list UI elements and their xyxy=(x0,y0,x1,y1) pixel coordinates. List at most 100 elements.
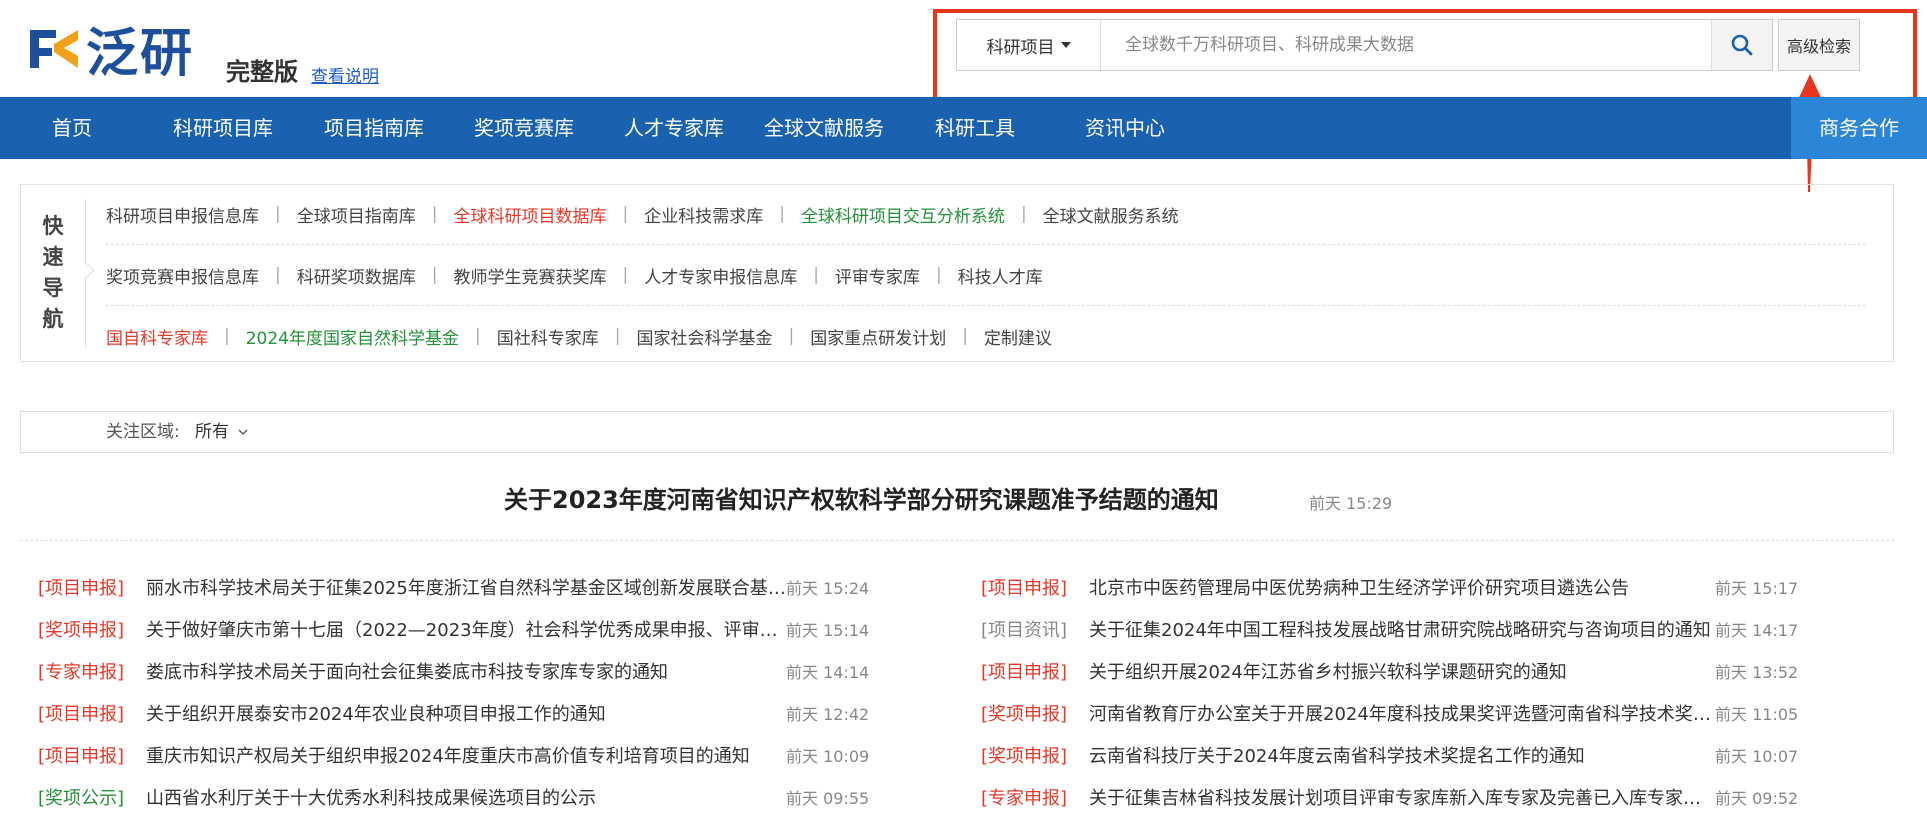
news-title-link[interactable]: 关于组织开展泰安市2024年农业良种项目申报工作的通知 xyxy=(146,694,786,736)
news-category-tag[interactable]: [奖项申报] xyxy=(38,610,124,652)
news-row: [项目申报] 重庆市知识产权局关于组织申报2024年度重庆市高价值专利培育项目的通… xyxy=(38,736,876,778)
quick-nav-separator: | xyxy=(813,265,819,285)
region-filter: 关注区域: 所有 xyxy=(20,411,1894,453)
search-category-dropdown[interactable]: 科研项目 xyxy=(957,20,1101,70)
edition-label: 完整版 xyxy=(226,58,298,86)
news-category-tag[interactable]: [奖项申报] xyxy=(981,694,1067,736)
news-time: 前天 14:17 xyxy=(1715,621,1799,640)
news-time: 前天 10:09 xyxy=(786,747,870,766)
news-time: 前天 15:17 xyxy=(1715,579,1799,598)
quick-nav-link[interactable]: 国家社会科学基金 xyxy=(636,324,772,349)
nav-business[interactable]: 商务合作 xyxy=(1791,97,1927,159)
quick-nav-separator: | xyxy=(622,265,629,285)
news-title-link[interactable]: 关于做好肇庆市第十七届（2022—2023年度）社会科学优秀成果申报、评审工作的… xyxy=(146,610,786,652)
quick-nav-separator: | xyxy=(1020,204,1027,224)
quick-nav-separator: | xyxy=(788,326,795,346)
quick-nav-link[interactable]: 科研奖项数据库 xyxy=(297,263,416,288)
news-title-link[interactable]: 重庆市知识产权局关于组织申报2024年度重庆市高价值专利培育项目的通知 xyxy=(146,736,786,778)
quick-nav-link[interactable]: 教师学生竞赛获奖库 xyxy=(453,263,606,288)
news-category-tag[interactable]: [项目申报] xyxy=(38,568,124,610)
news-time: 前天 10:07 xyxy=(1715,747,1799,766)
news-category-tag[interactable]: [奖项申报] xyxy=(981,736,1067,778)
news-title-link[interactable]: 关于征集2024年中国工程科技发展战略甘肃研究院战略研究与咨询项目的通知 xyxy=(1089,610,1714,652)
news-category-tag[interactable]: [专家申报] xyxy=(38,652,124,694)
news-title-link[interactable]: 关于征集吉林省科技发展计划项目评审专家库新入库专家及完善已入库专家信息的通知 xyxy=(1089,778,1714,820)
quick-nav-label-char: 导 xyxy=(42,276,64,300)
quick-nav-link[interactable]: 全球项目指南库 xyxy=(297,202,416,227)
news-category-tag[interactable]: [项目申报] xyxy=(38,736,124,778)
logo-text: 泛研 xyxy=(86,23,195,84)
quick-nav-link[interactable]: 国家重点研发计划 xyxy=(810,324,946,349)
news-title-link[interactable]: 北京市中医药管理局中医优势病种卫生经济学评价研究项目遴选公告 xyxy=(1089,568,1714,610)
quick-nav-link[interactable]: 全球文献服务系统 xyxy=(1043,202,1179,227)
quick-nav-label-char: 快 xyxy=(42,214,64,238)
quick-nav-separator: | xyxy=(935,265,942,285)
region-dropdown[interactable]: 所有 xyxy=(195,412,249,452)
nav-news[interactable]: 资讯中心 xyxy=(1085,97,1165,159)
quick-nav-link[interactable]: 国自科专家库 xyxy=(106,324,208,349)
news-category-tag[interactable]: [项目申报] xyxy=(981,568,1067,610)
search-icon xyxy=(1731,34,1753,56)
news-category-tag[interactable]: [奖项公示] xyxy=(38,778,124,820)
news-category-tag[interactable]: [项目申报] xyxy=(38,694,124,736)
quick-nav-separator: | xyxy=(275,204,281,224)
news-title-link[interactable]: 娄底市科学技术局关于面向社会征集娄底市科技专家库专家的通知 xyxy=(146,652,786,694)
news-title-link[interactable]: 丽水市科学技术局关于征集2025年度浙江省自然科学基金区域创新发展联合基金指南建… xyxy=(146,568,786,610)
search-bar: 科研项目 xyxy=(956,19,1773,71)
quick-nav-separator: | xyxy=(962,326,968,346)
chevron-down-icon xyxy=(238,429,248,435)
quick-nav-separator: | xyxy=(431,265,438,285)
news-title-link[interactable]: 云南省科技厅关于2024年度云南省科学技术奖提名工作的通知 xyxy=(1089,736,1714,778)
nav-awards[interactable]: 奖项竞赛库 xyxy=(474,97,574,159)
quick-nav-link[interactable]: 人才专家申报信息库 xyxy=(644,263,797,288)
news-time: 前天 13:52 xyxy=(1715,663,1799,682)
news-time: 前天 11:05 xyxy=(1715,705,1799,724)
news-time: 前天 15:14 xyxy=(786,621,870,640)
news-row: [专家申报] 关于征集吉林省科技发展计划项目评审专家库新入库专家及完善已入库专家信… xyxy=(981,778,1805,820)
quick-nav-link[interactable]: 奖项竞赛申报信息库 xyxy=(106,263,259,288)
quick-nav-link[interactable]: 科技人才库 xyxy=(958,263,1043,288)
news-time: 前天 12:42 xyxy=(786,705,870,724)
advanced-search-button[interactable]: 高级检索 xyxy=(1778,19,1860,71)
quick-nav-link[interactable]: 全球科研项目交互分析系统 xyxy=(801,202,1005,227)
nav-tools[interactable]: 科研工具 xyxy=(935,97,1015,159)
nav-experts[interactable]: 人才专家库 xyxy=(624,97,724,159)
nav-guides[interactable]: 项目指南库 xyxy=(324,97,424,159)
main-nav: 首页 科研项目库 项目指南库 奖项竞赛库 人才专家库 全球文献服务 科研工具 资… xyxy=(0,97,1927,159)
quick-nav-separator: | xyxy=(779,204,785,224)
quick-nav-link[interactable]: 定制建议 xyxy=(984,324,1052,349)
quick-nav-row-3: 国自科专家库 | 2024年度国家自然科学基金 | 国社科专家库 | 国家社会科学基金 | 国家… xyxy=(106,306,1052,366)
section-divider xyxy=(20,540,1894,541)
news-time: 前天 09:55 xyxy=(786,789,870,808)
howto-link[interactable]: 查看说明 xyxy=(311,62,379,87)
news-row: [奖项公示] 山西省水利厅关于十大优秀水利科技成果候选项目的公示 前天 09:55 xyxy=(38,778,876,820)
headline-title[interactable]: 关于2023年度河南省知识产权软科学部分研究课题准予结题的通知 xyxy=(504,480,1219,515)
search-input[interactable] xyxy=(1101,19,1711,71)
nav-home[interactable]: 首页 xyxy=(52,97,92,159)
news-row: [奖项申报] 河南省教育厅办公室关于开展2024年度科技成果奖评选暨河南省科学技术… xyxy=(981,694,1805,736)
quick-nav-link[interactable]: 全球科研项目数据库 xyxy=(453,202,606,227)
news-row: [奖项申报] 云南省科技厅关于2024年度云南省科学技术奖提名工作的通知 前天 10… xyxy=(981,736,1805,778)
quick-nav-link[interactable]: 国社科专家库 xyxy=(497,324,599,349)
quick-nav-link[interactable]: 企业科技需求库 xyxy=(644,202,763,227)
news-category-tag[interactable]: [专家申报] xyxy=(981,778,1067,820)
news-category-tag[interactable]: [项目申报] xyxy=(981,652,1067,694)
quick-nav-link[interactable]: 评审专家库 xyxy=(835,263,920,288)
site-logo[interactable]: 泛研 xyxy=(26,20,194,84)
caret-down-icon xyxy=(1060,42,1071,48)
news-title-link[interactable]: 山西省水利厅关于十大优秀水利科技成果候选项目的公示 xyxy=(146,778,786,820)
quick-nav-link[interactable]: 科研项目申报信息库 xyxy=(106,202,259,227)
nav-projects[interactable]: 科研项目库 xyxy=(173,97,273,159)
search-button[interactable] xyxy=(1711,20,1772,70)
news-category-tag[interactable]: [项目资讯] xyxy=(981,610,1067,652)
quick-nav-row-1: 科研项目申报信息库 | 全球项目指南库 | 全球科研项目数据库 | 企业科技需求库 | 全球科研… xyxy=(106,184,1179,244)
quick-nav-link[interactable]: 2024年度国家自然科学基金 xyxy=(246,324,459,349)
news-title-link[interactable]: 关于组织开展2024年江苏省乡村振兴软科学课题研究的通知 xyxy=(1089,652,1714,694)
search-category-label: 科研项目 xyxy=(986,37,1055,58)
news-row: [项目申报] 北京市中医药管理局中医优势病种卫生经济学评价研究项目遴选公告 前天 1… xyxy=(981,568,1805,610)
news-title-link[interactable]: 河南省教育厅办公室关于开展2024年度科技成果奖评选暨河南省科学技术奖推荐工作的… xyxy=(1089,694,1714,736)
news-time: 前天 09:52 xyxy=(1715,789,1799,808)
nav-literature[interactable]: 全球文献服务 xyxy=(764,97,884,159)
quick-nav-separator: | xyxy=(275,265,281,285)
quick-nav-label: 快 速 导 航 xyxy=(21,185,85,361)
